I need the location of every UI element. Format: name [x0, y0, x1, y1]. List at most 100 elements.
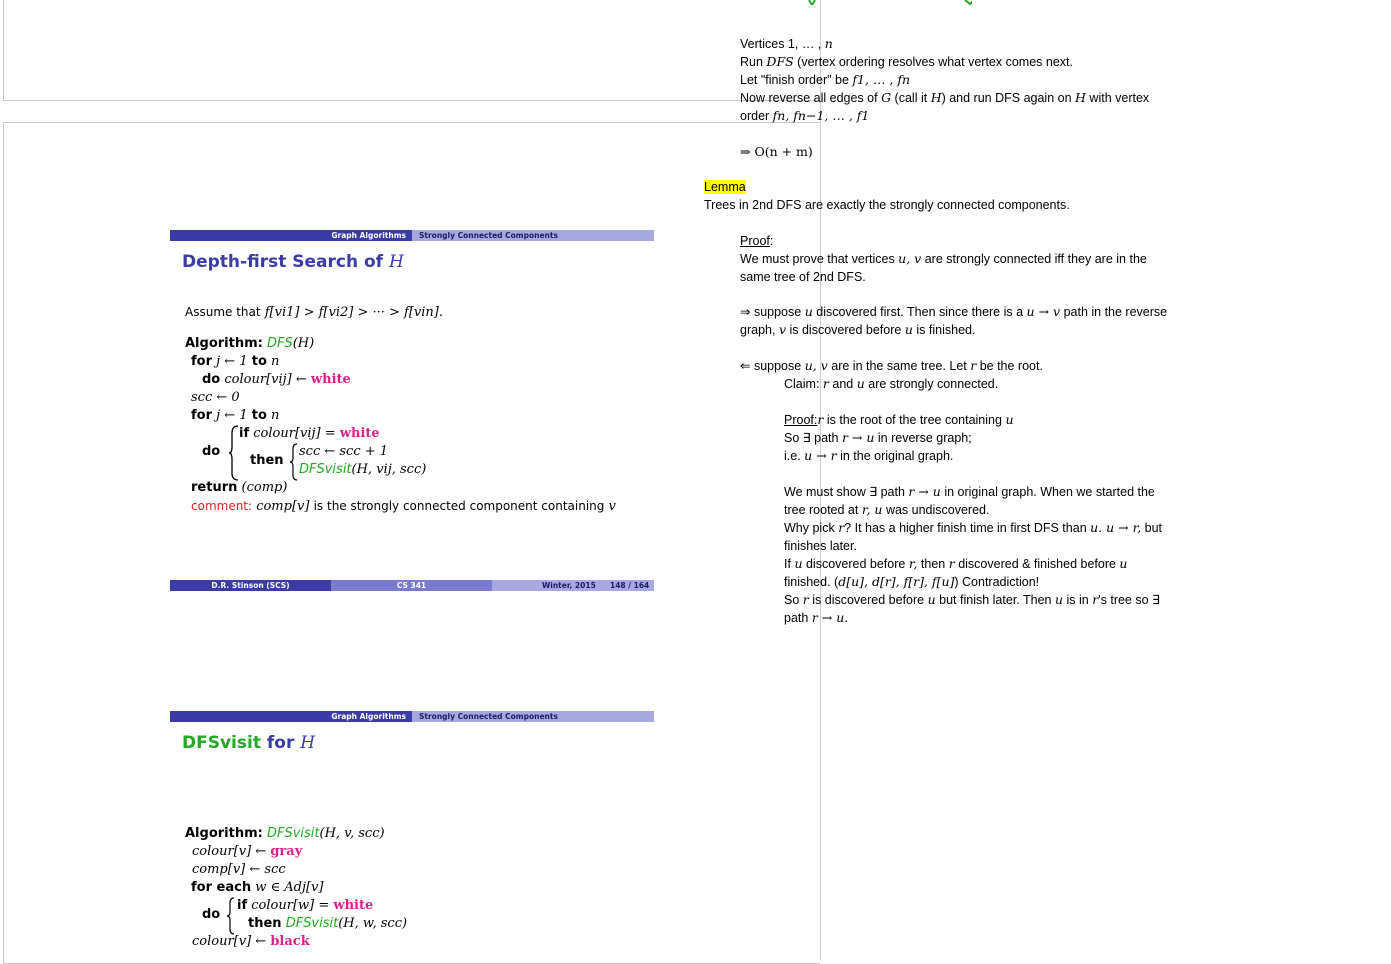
w3b: ? It has a higher finish time in first D…: [844, 521, 1087, 535]
alg2-brace: [226, 897, 235, 935]
alg2-foreach: for each w ∈ Adj[v]: [191, 879, 323, 897]
w7m: r: [802, 592, 809, 607]
alg2-line1-math: colour[v] ←: [192, 844, 267, 859]
for2-kw: for: [191, 408, 212, 423]
w5a: If: [784, 557, 791, 571]
f1b: discovered first. Then since there is a: [816, 305, 1024, 319]
small-brace: [289, 443, 298, 481]
alg1-do2: do: [202, 443, 220, 461]
slide2-subsection: Strongly Connected Components: [419, 712, 558, 721]
show-line-7: So r is discovered before u but finish l…: [784, 591, 1162, 609]
slide1-footer: D.R. Stinson (SCS) CS 341 Winter, 2015 1…: [170, 580, 654, 591]
for-kw: for: [191, 354, 212, 369]
comment-math: comp[v]: [256, 499, 310, 514]
note-l6: ⇒ O(n + m): [740, 144, 813, 159]
b1m2: r: [970, 358, 977, 373]
alg1-return: return (comp): [191, 479, 287, 497]
footer-author: D.R. Stinson (SCS): [170, 580, 331, 591]
note-l4b: (call it: [894, 91, 928, 105]
proof-line-2: same tree of 2nd DFS.: [740, 268, 1167, 286]
c1m1: r: [822, 376, 829, 391]
p2: same tree of 2nd DFS.: [740, 270, 866, 284]
claim-line: Claim: r and u are strongly connected.: [784, 375, 1162, 393]
note-l5a: order: [740, 109, 770, 123]
note-l4m2: H: [930, 90, 942, 105]
pr1a: is the root of the tree containing: [826, 413, 1002, 427]
w7a: So: [784, 593, 800, 607]
alg2-call-args: (H, w, scc): [338, 916, 408, 931]
alg2-line2: comp[v] ← scc: [192, 861, 286, 879]
alg1-scc-inc: scc ← scc + 1: [299, 443, 388, 461]
lemma-line: Lemma: [704, 178, 1070, 196]
alg2-if-math: colour[w] =: [251, 898, 330, 913]
pr2m: r → u: [841, 430, 875, 445]
proof-heading: Proof:: [740, 232, 1167, 250]
if-math: colour[vij] =: [253, 426, 336, 441]
w7c: but finish later. Then: [939, 593, 1052, 607]
alg2-name: DFSvisit: [266, 826, 320, 841]
show-line-3: Why pick r? It has a higher finish time …: [784, 519, 1162, 537]
previous-page-frame: [3, 0, 821, 101]
pr3b: in the original graph.: [840, 449, 954, 463]
comment-v: v: [608, 499, 616, 514]
for-n: n: [271, 354, 280, 369]
alg1-name: DFS: [266, 336, 293, 351]
proof-blank-1: [740, 286, 1167, 303]
for2-math: j ← 1: [216, 408, 248, 423]
w6b: ) Contradiction!: [954, 575, 1040, 589]
w7e: 's tree so ∃: [1098, 593, 1160, 607]
return-kw: return: [191, 480, 238, 495]
subproof-line-3: i.e. u → r in the original graph.: [784, 447, 1162, 465]
notes-block-1: Vertices 1, … , n Run DFS (vertex orderi…: [740, 35, 1149, 161]
alg2-call-name: DFSvisit: [285, 916, 339, 931]
b1a: ⇐ suppose: [740, 359, 802, 373]
alg1-if: if colour[vij] = white: [239, 425, 380, 443]
w8a: path: [784, 611, 809, 625]
show-line-2: tree rooted at r, u was undiscovered.: [784, 501, 1162, 519]
forward-line-1: ⇒ suppose u discovered first. Then since…: [740, 303, 1167, 321]
alg1-args: (H): [292, 336, 315, 351]
w2m: r, u: [861, 502, 883, 517]
c1a: Claim:: [784, 377, 820, 391]
scc-inc-math: scc ← scc + 1: [299, 444, 389, 459]
footer-page: 148 / 164: [610, 581, 650, 590]
w5m4: u: [1119, 556, 1128, 571]
alg1-dfsvisit-call: DFSvisit(H, vij, scc): [299, 461, 426, 479]
p1b: are strongly connected iff they are in t…: [924, 252, 1147, 266]
w5m: u: [794, 556, 803, 571]
w1m: r → u: [908, 484, 941, 499]
w1b: in original graph. When we started the: [944, 485, 1155, 499]
assume-text: Assume that: [185, 305, 261, 319]
w3m2: u. u → r,: [1090, 520, 1142, 535]
b1b: are in the same tree. Let: [831, 359, 967, 373]
p1a: We must prove that vertices: [740, 252, 895, 266]
note-line-2: Run DFS (vertex ordering resolves what v…: [740, 53, 1149, 71]
p1m: u, v: [898, 251, 922, 266]
proof-block: Proof: We must prove that vertices u, v …: [740, 232, 1167, 375]
scc-init-math: scc ← 0: [191, 390, 240, 405]
alg1-header-line: Algorithm: DFS(H): [185, 335, 314, 353]
for2-n: n: [271, 408, 280, 423]
slide1-assume: Assume that f[vi1] > f[vi2] > ··· > f[vi…: [185, 303, 443, 322]
alg2-then: then DFSvisit(H, w, scc): [248, 915, 407, 933]
f2a: graph,: [740, 323, 776, 337]
subproof-label: Proof:: [784, 413, 818, 427]
slide1-subsection: Strongly Connected Components: [419, 231, 558, 240]
w6m: d[u], d[r], f[r], f[u]: [838, 574, 955, 589]
to2-kw: to: [251, 408, 267, 423]
w6a: finished. (: [784, 575, 839, 589]
if-kw: if: [239, 426, 250, 441]
f1a: ⇒ suppose: [740, 305, 802, 319]
w5c: then: [920, 557, 946, 571]
alg1-for2: for j ← 1 to n: [191, 407, 279, 425]
slide1-title-text: Depth-first Search of: [182, 252, 384, 272]
alg2-args: (H, v, scc): [319, 826, 385, 841]
ink-mark-2: [964, 0, 972, 5]
comment-text: is the strongly connected component cont…: [313, 499, 605, 513]
footer-course: CS 341: [331, 580, 492, 591]
dfsvisit-call-name: DFSvisit: [299, 462, 352, 477]
pr3a: i.e.: [784, 449, 801, 463]
w5b: discovered before: [805, 557, 906, 571]
show-line-4: finishes later.: [784, 537, 1162, 555]
b1c: be the root.: [979, 359, 1043, 373]
